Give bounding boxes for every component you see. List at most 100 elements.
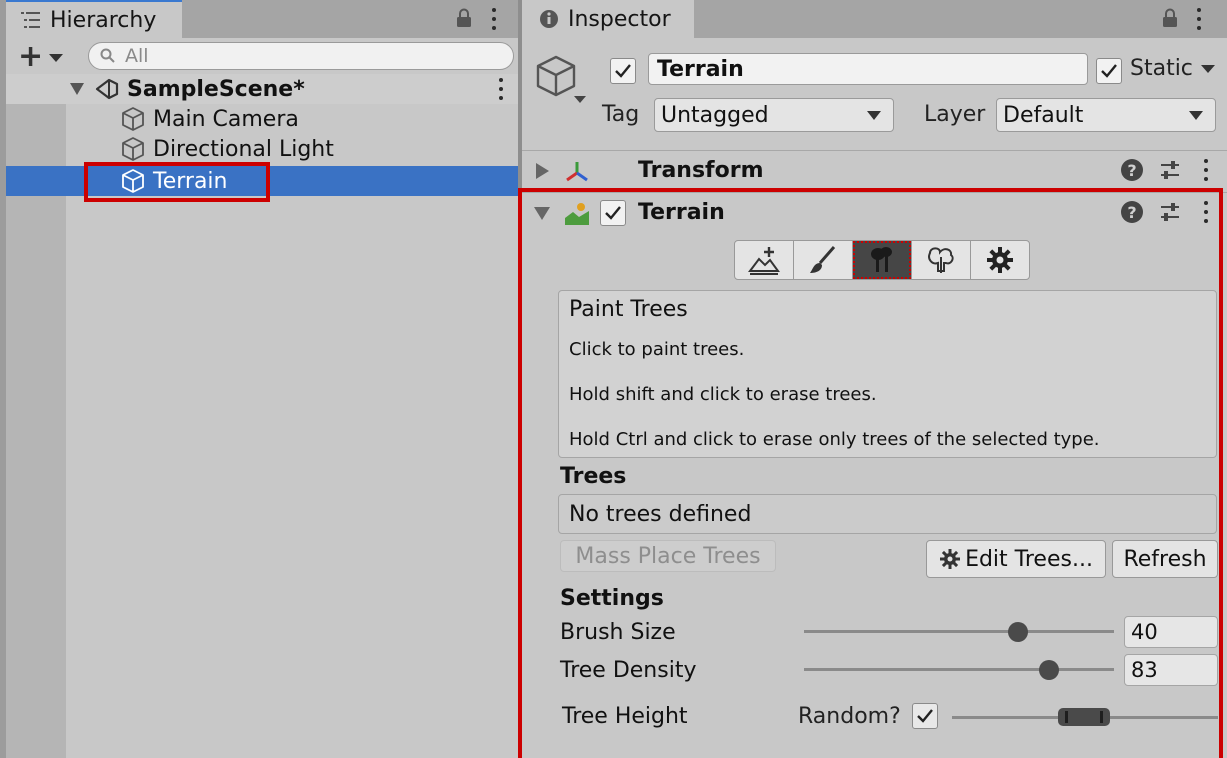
info-icon (538, 8, 560, 30)
tag-label: Tag (602, 102, 640, 127)
hierarchy-list-icon (20, 9, 42, 31)
brush-size-slider-thumb[interactable] (1007, 622, 1028, 642)
terrain-icon (565, 203, 589, 225)
lock-icon[interactable] (1162, 8, 1178, 28)
foldout-arrow-icon[interactable] (70, 83, 84, 95)
help-icon[interactable]: ? (1121, 201, 1143, 223)
chevron-down-icon (1200, 64, 1215, 73)
chevron-down-icon (574, 96, 586, 103)
paint-brush-icon (810, 246, 836, 273)
inspector-menu-kebab-icon[interactable] (1196, 8, 1202, 30)
terrain-title: Terrain (638, 200, 725, 225)
layer-label: Layer (924, 102, 986, 127)
foldout-arrow-icon[interactable] (536, 163, 549, 179)
layer-dropdown[interactable]: Default (996, 98, 1216, 132)
tag-dropdown[interactable]: Untagged (654, 98, 894, 132)
hierarchy-menu-kebab-icon[interactable] (491, 8, 497, 30)
tag-value: Untagged (661, 102, 769, 128)
foldout-arrow-icon[interactable] (534, 207, 550, 220)
hierarchy-item-directional-light[interactable]: Directional Light (6, 134, 518, 164)
random-label: Random? (798, 704, 901, 729)
raise-terrain-icon (748, 247, 780, 275)
search-placeholder: All (125, 45, 149, 67)
object-icon-selector[interactable] (534, 54, 586, 106)
tool-paint-details-button[interactable] (911, 240, 971, 280)
edit-trees-label: Edit Trees... (965, 546, 1093, 572)
object-name-value: Terrain (657, 56, 744, 82)
scene-row[interactable]: SampleScene* (6, 74, 518, 104)
help-icon[interactable]: ? (1121, 159, 1143, 181)
tool-paint-texture-button[interactable] (793, 240, 853, 280)
paint-trees-help-box: Paint Trees Click to paint trees. Hold s… (558, 290, 1217, 458)
terrain-header-icons: ? (1121, 201, 1209, 223)
layer-value: Default (1003, 102, 1084, 128)
active-checkbox[interactable] (610, 58, 636, 84)
plus-icon: + (18, 38, 44, 74)
presets-sliders-icon[interactable] (1159, 159, 1181, 181)
chevron-down-icon (1189, 111, 1203, 120)
lock-icon[interactable] (456, 8, 472, 28)
transform-menu-kebab-icon[interactable] (1203, 159, 1209, 181)
tree-density-value: 83 (1131, 658, 1158, 682)
refresh-button[interactable]: Refresh (1112, 540, 1218, 578)
help-line: Click to paint trees. (569, 339, 745, 360)
tree-density-label: Tree Density (560, 658, 697, 683)
brush-size-slider-track[interactable] (804, 630, 1114, 633)
transform-title: Transform (638, 158, 764, 183)
chevron-down-icon (49, 54, 64, 62)
help-box-title: Paint Trees (569, 297, 688, 322)
tool-paint-trees-button[interactable] (852, 240, 912, 280)
transform-component-header[interactable]: Transform ? (522, 150, 1227, 190)
help-line: Hold Ctrl and click to erase only trees … (569, 429, 1100, 450)
edit-trees-button[interactable]: Edit Trees... (926, 540, 1106, 578)
tree-density-slider-thumb[interactable] (1038, 660, 1059, 680)
tree-height-label: Tree Height (562, 704, 688, 729)
terrain-tool-toolbar (734, 240, 1030, 280)
refresh-label: Refresh (1123, 546, 1207, 572)
tab-hierarchy-label: Hierarchy (50, 7, 157, 33)
tree-density-field[interactable]: 83 (1124, 654, 1218, 686)
terrain-menu-kebab-icon[interactable] (1203, 201, 1209, 223)
hierarchy-item-label: Directional Light (153, 136, 334, 162)
tree-indent (6, 104, 66, 758)
brush-size-value: 40 (1131, 620, 1158, 644)
brush-size-field[interactable]: 40 (1124, 616, 1218, 648)
checkmark-icon (615, 64, 631, 78)
trees-heading: Trees (560, 464, 627, 489)
tree-density-slider-track[interactable] (804, 668, 1114, 671)
unity-scene-icon (95, 78, 119, 100)
gameobject-cube-icon (122, 137, 144, 161)
tab-inspector[interactable]: Inspector (522, 0, 694, 38)
tool-raise-terrain-button[interactable] (734, 240, 794, 280)
hierarchy-tabbar: Hierarchy (0, 0, 518, 38)
terrain-settings-gear-icon (987, 247, 1013, 273)
terrain-enabled-checkbox[interactable] (600, 200, 626, 226)
gameobject-cube-icon (122, 169, 144, 193)
hierarchy-item-label: Main Camera (153, 106, 299, 132)
tab-inspector-label: Inspector (568, 6, 671, 32)
object-name-field[interactable]: Terrain (648, 53, 1088, 85)
tool-terrain-settings-button[interactable] (970, 240, 1030, 280)
hierarchy-item-label: Terrain (153, 168, 228, 194)
hierarchy-item-main-camera[interactable]: Main Camera (6, 104, 518, 134)
scene-menu-kebab-icon[interactable] (498, 78, 504, 100)
settings-heading: Settings (560, 586, 664, 611)
transform-axes-icon (566, 162, 588, 182)
tree-height-minmax-thumb[interactable] (1058, 708, 1110, 726)
create-button[interactable]: + (18, 39, 72, 74)
hierarchy-search-input[interactable]: All (88, 42, 514, 70)
paint-details-icon (928, 247, 954, 273)
static-checkbox[interactable] (1096, 58, 1122, 84)
terrain-component-header[interactable]: Terrain ? (522, 192, 1227, 232)
static-dropdown[interactable]: Static (1130, 56, 1215, 81)
scene-name: SampleScene* (127, 76, 305, 102)
hierarchy-item-terrain[interactable]: Terrain (6, 166, 518, 196)
tree-list[interactable]: No trees defined (558, 494, 1217, 534)
random-height-checkbox[interactable] (912, 703, 938, 729)
mass-place-trees-button[interactable]: Mass Place Trees (560, 540, 776, 572)
presets-sliders-icon[interactable] (1159, 201, 1181, 223)
mass-place-label: Mass Place Trees (575, 543, 761, 569)
tab-hierarchy[interactable]: Hierarchy (6, 0, 182, 38)
inspector-panel: Inspector Terrain Static Tag Untagged La… (518, 0, 1227, 758)
gameobject-cube-icon (122, 107, 144, 131)
